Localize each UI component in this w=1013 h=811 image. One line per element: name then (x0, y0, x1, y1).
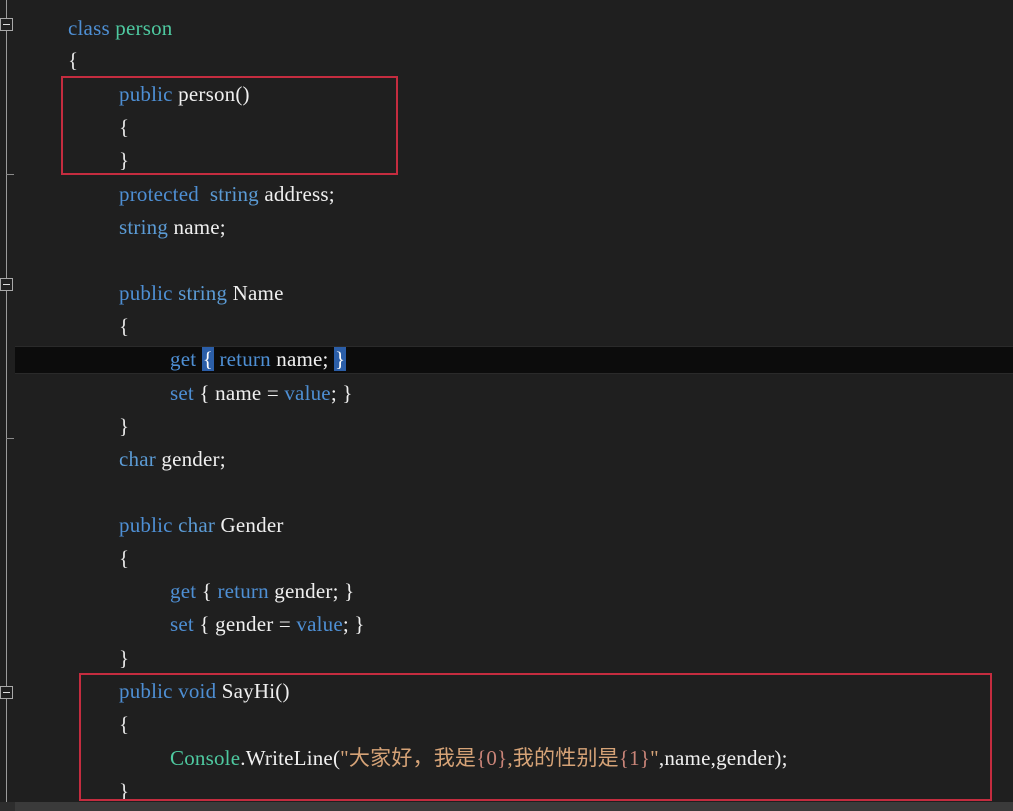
code-line[interactable]: { (15, 115, 129, 139)
code-line[interactable]: public void SayHi() (15, 679, 290, 703)
code-line[interactable]: get { return gender; } (15, 579, 354, 603)
code-line[interactable]: } (15, 779, 129, 803)
code-token: } (119, 779, 130, 803)
horizontal-scrollbar-strip[interactable] (0, 802, 1013, 811)
code-line[interactable]: public person() (15, 82, 250, 106)
code-token: set (170, 381, 194, 405)
code-token: string (178, 281, 228, 305)
code-token: protected (119, 182, 199, 206)
code-line[interactable]: public char Gender (15, 513, 284, 537)
scrollbar-corner (0, 802, 15, 811)
code-line[interactable]: Console.WriteLine("大家好，我是{0},我的性别是{1}",n… (15, 746, 788, 770)
fold-collapse-icon[interactable] (0, 278, 13, 291)
code-token: { (119, 115, 130, 139)
code-token: gender; (155, 447, 226, 471)
code-token: return (219, 347, 271, 371)
fold-guide-line (6, 31, 7, 278)
code-token: } (119, 148, 130, 172)
code-token: Name (227, 281, 284, 305)
code-token: SayHi() (216, 679, 290, 703)
code-line[interactable]: get { return name; } (15, 347, 347, 371)
code-token: { (119, 546, 130, 570)
code-token: } (119, 646, 130, 670)
code-token: address; (258, 182, 335, 206)
fold-region-end-marker (6, 174, 14, 175)
code-token: void (178, 679, 217, 703)
code-token: set (170, 612, 194, 636)
code-token: .WriteLine( (240, 746, 341, 770)
code-token: value (284, 381, 331, 405)
code-token: ,我的性别是 (507, 746, 619, 770)
code-token: "大家好，我是 (340, 746, 477, 770)
code-token: {1} (618, 746, 651, 770)
code-token: get (170, 579, 197, 603)
code-token: char (119, 447, 156, 471)
code-line[interactable]: set { gender = value; } (15, 612, 365, 636)
code-token: { gender = (193, 612, 297, 636)
code-line[interactable]: { (15, 48, 78, 72)
code-line[interactable]: public string Name (15, 281, 284, 305)
code-text-surface[interactable]: class person { public person() {} protected … (15, 0, 1013, 811)
fold-guide-line (6, 291, 7, 686)
code-token: gender; } (268, 579, 355, 603)
code-token: { (68, 48, 79, 72)
code-token: person() (172, 82, 250, 106)
code-token: char (178, 513, 216, 537)
code-line[interactable]: } (15, 148, 129, 172)
fold-collapse-icon[interactable] (0, 18, 13, 31)
fold-guide-line (6, 0, 7, 18)
code-token: ; } (330, 381, 353, 405)
code-token: Gender (215, 513, 284, 537)
code-token: public (119, 679, 173, 703)
code-line[interactable]: { (15, 546, 129, 570)
code-line[interactable]: set { name = value; } (15, 381, 353, 405)
code-token: string (209, 182, 259, 206)
code-line[interactable]: { (15, 712, 129, 736)
code-token: return (217, 579, 269, 603)
code-line[interactable]: { (15, 314, 129, 338)
fold-guide-line (6, 699, 7, 803)
code-token: ; } (342, 612, 365, 636)
code-line[interactable]: protected string address; (15, 182, 335, 206)
fold-collapse-icon[interactable] (0, 686, 13, 699)
code-line[interactable]: } (15, 646, 129, 670)
code-token: string (119, 215, 169, 239)
code-token: } (334, 347, 347, 371)
code-line[interactable]: char gender; (15, 447, 226, 471)
code-line[interactable]: class person (15, 16, 172, 40)
code-token: " (650, 746, 659, 770)
code-token: { (119, 712, 130, 736)
code-token: public (119, 82, 173, 106)
code-token: ,name,gender); (658, 746, 788, 770)
code-token: { name = (193, 381, 285, 405)
code-line[interactable]: string name; (15, 215, 226, 239)
code-folding-margin[interactable] (0, 0, 15, 811)
code-token: { (196, 579, 218, 603)
code-token: {0} (476, 746, 508, 770)
code-token: class (68, 16, 110, 40)
code-token: value (296, 612, 343, 636)
code-editor-viewport[interactable]: class person { public person() {} protected … (0, 0, 1013, 811)
code-token: } (119, 414, 130, 438)
code-token: public (119, 281, 173, 305)
code-token: Console (170, 746, 241, 770)
fold-region-end-marker (6, 438, 14, 439)
code-token: name; (168, 215, 226, 239)
code-token: person (115, 16, 173, 40)
code-token: name; (270, 347, 335, 371)
code-line[interactable]: } (15, 414, 129, 438)
code-token: { (119, 314, 130, 338)
code-token: { (201, 347, 214, 371)
code-token: get (170, 347, 197, 371)
code-token: public (119, 513, 173, 537)
